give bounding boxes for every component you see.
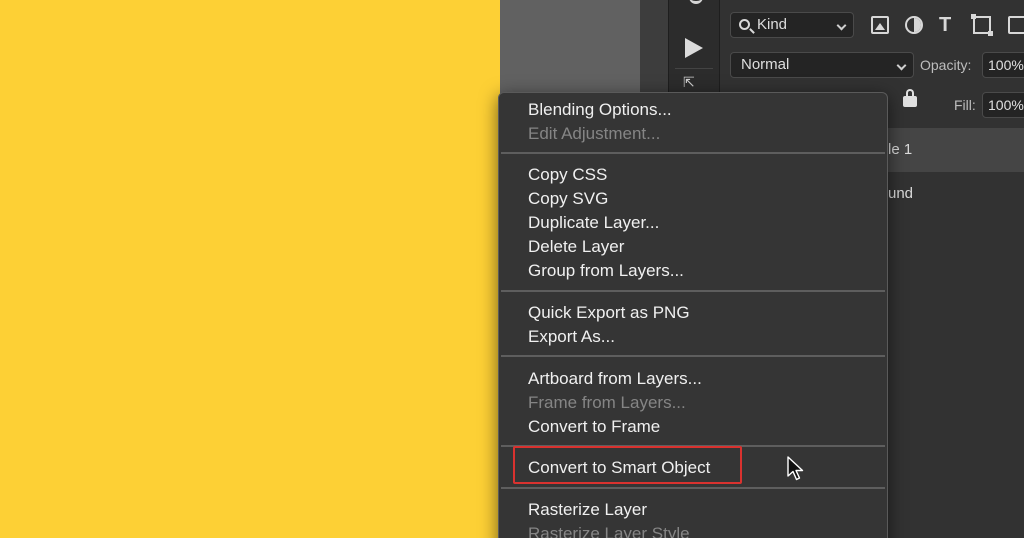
menu-separator: [501, 290, 885, 292]
collapse-arrows-icon[interactable]: ⇱: [683, 74, 695, 91]
layer-name: le 1: [888, 141, 913, 158]
opacity-input[interactable]: 100%: [982, 52, 1024, 78]
menu-item-rasterize-layer-style: Rasterize Layer Style: [528, 524, 690, 538]
blend-mode-select[interactable]: Normal: [730, 52, 914, 78]
menu-item-artboard-from-layers[interactable]: Artboard from Layers...: [528, 369, 702, 389]
document-canvas[interactable]: [0, 0, 500, 538]
smart-object-filter-icon[interactable]: [1008, 16, 1024, 34]
menu-item-frame-from-layers: Frame from Layers...: [528, 393, 686, 412]
strip-divider: [675, 68, 713, 69]
blend-mode-value: Normal: [741, 56, 790, 73]
menu-item-delete-layer[interactable]: Delete Layer: [528, 237, 624, 257]
menu-separator: [501, 487, 885, 489]
actions-play-icon[interactable]: [685, 38, 703, 58]
filter-kind-label: Kind: [757, 16, 788, 33]
menu-separator: [501, 355, 885, 357]
mouse-pointer-icon: [787, 456, 804, 481]
chevron-down-icon: [896, 60, 907, 71]
adjustment-layer-filter-icon[interactable]: [905, 16, 923, 34]
menu-item-copy-css[interactable]: Copy CSS: [528, 165, 607, 185]
menu-item-export-as[interactable]: Export As...: [528, 327, 615, 347]
lock-icon[interactable]: [903, 89, 917, 107]
search-icon: [739, 19, 750, 30]
menu-item-blending-options[interactable]: Blending Options...: [528, 100, 672, 120]
chevron-down-icon: [836, 20, 847, 31]
history-icon[interactable]: [689, 0, 703, 4]
pixel-layer-filter-icon[interactable]: [871, 16, 889, 34]
layer-name: und: [888, 185, 914, 202]
menu-item-group-from-layers[interactable]: Group from Layers...: [528, 261, 684, 281]
shape-layer-filter-icon[interactable]: [971, 14, 993, 36]
layer-context-menu: Blending Options... Edit Adjustment... C…: [498, 92, 888, 538]
fill-label: Fill:: [954, 97, 976, 113]
opacity-label: Opacity:: [920, 57, 972, 73]
highlight-outline: [513, 446, 742, 484]
type-layer-filter-icon[interactable]: T: [939, 15, 957, 35]
menu-item-rasterize-layer[interactable]: Rasterize Layer: [528, 500, 647, 520]
layer-filter-kind-select[interactable]: Kind: [730, 12, 854, 38]
menu-separator: [501, 152, 885, 154]
menu-item-copy-svg[interactable]: Copy SVG: [528, 189, 608, 209]
menu-item-duplicate-layer[interactable]: Duplicate Layer...: [528, 213, 659, 233]
fill-input[interactable]: 100%: [982, 92, 1024, 118]
menu-item-edit-adjustment: Edit Adjustment...: [528, 124, 661, 143]
menu-item-quick-export-png[interactable]: Quick Export as PNG: [528, 303, 690, 323]
menu-item-convert-to-frame[interactable]: Convert to Frame: [528, 417, 660, 437]
